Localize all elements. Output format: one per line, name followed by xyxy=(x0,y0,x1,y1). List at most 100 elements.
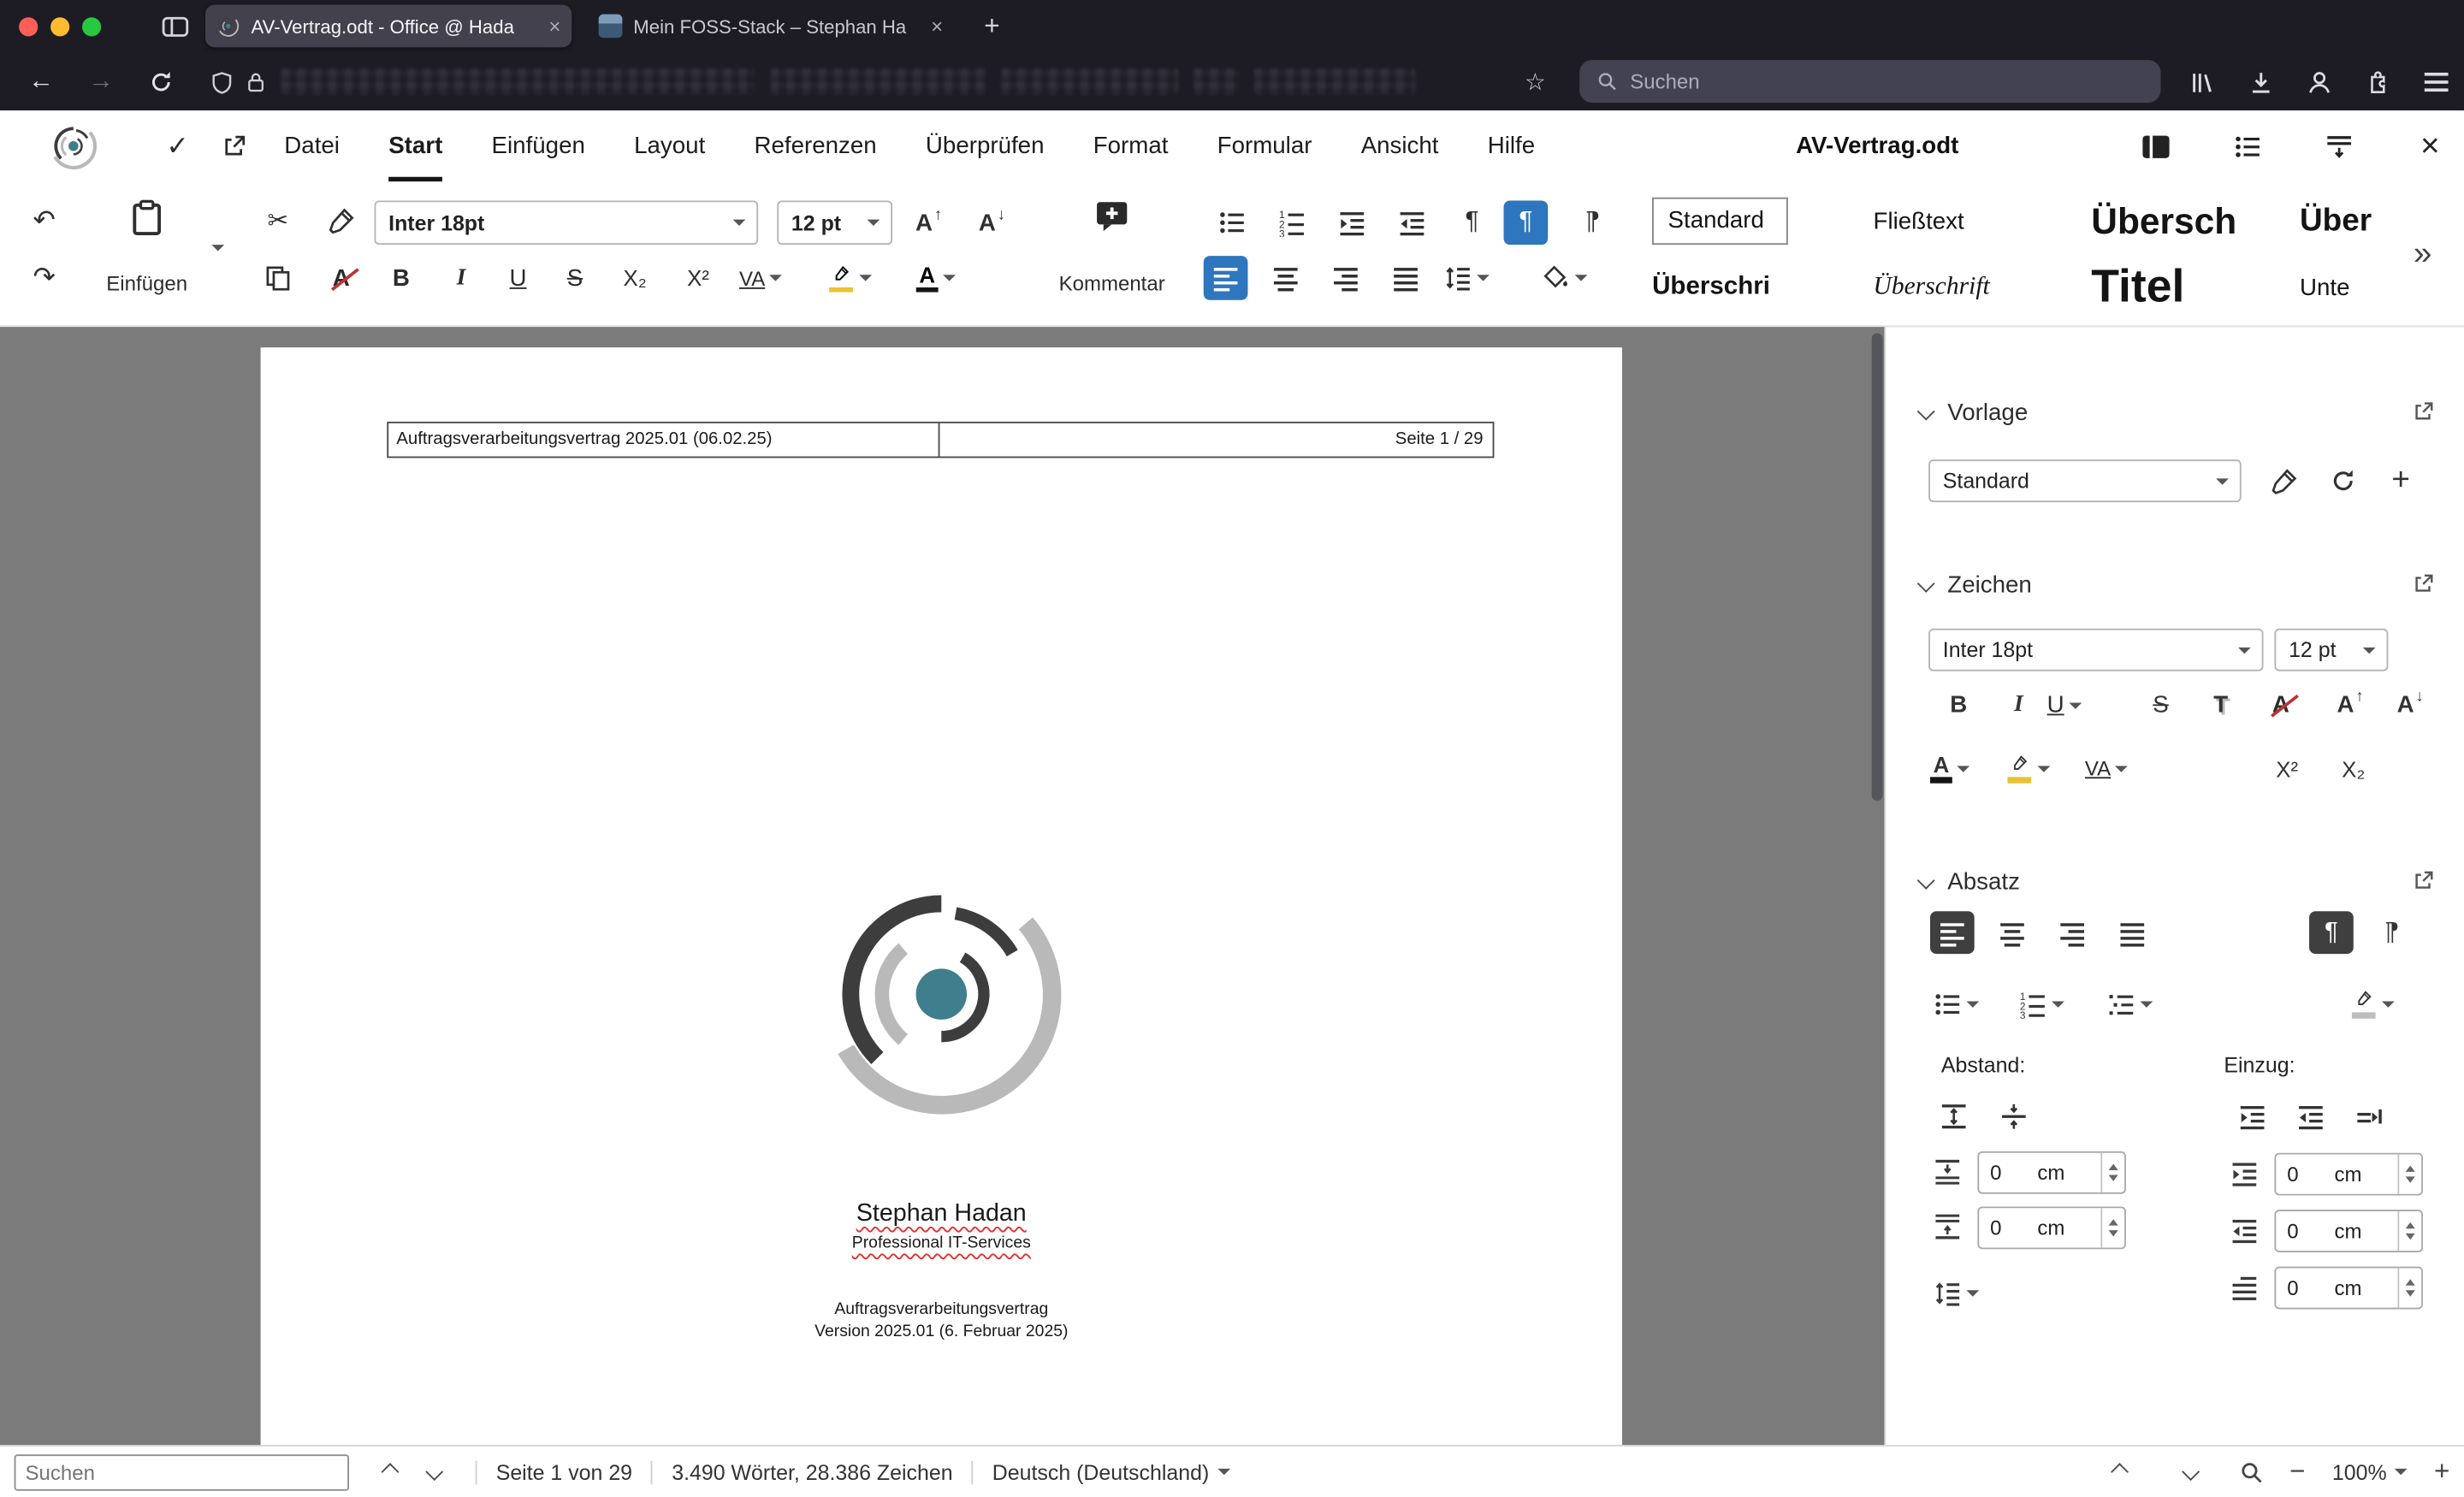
cut-button[interactable]: ✂ xyxy=(256,199,300,244)
chevron-down-icon[interactable] xyxy=(2362,646,2376,660)
italic-button[interactable]: I xyxy=(439,256,483,300)
macos-zoom-button[interactable] xyxy=(81,16,102,36)
section-header-paragraph[interactable]: Absatz xyxy=(1916,868,2020,896)
sidebar-paragraph-background-button[interactable] xyxy=(2350,982,2395,1025)
sidebar-align-left-button-active[interactable] xyxy=(1929,911,1975,955)
new-style-from-selection-button[interactable] xyxy=(2262,459,2307,502)
chevron-down-icon[interactable] xyxy=(732,219,746,233)
superscript-button[interactable]: X² xyxy=(676,256,720,300)
shrink-font-button[interactable]: A ↓ xyxy=(970,200,1015,245)
sidebar-line-spacing-button[interactable] xyxy=(1934,1271,1980,1314)
menu-datei[interactable]: Datei xyxy=(284,110,340,181)
sidebar-subscript-button[interactable]: X₂ xyxy=(2331,747,2376,790)
paste-dropdown-caret[interactable] xyxy=(211,245,225,257)
redo-button[interactable]: ↷ xyxy=(22,256,67,300)
align-center-button[interactable] xyxy=(1264,256,1308,300)
close-document-icon[interactable]: × xyxy=(2410,127,2449,166)
open-in-new-icon[interactable] xyxy=(215,127,254,166)
library-icon[interactable] xyxy=(2183,63,2220,101)
macos-minimize-button[interactable] xyxy=(50,16,70,36)
collapse-ribbon-icon[interactable] xyxy=(2319,127,2358,166)
style-ueberschrift-2[interactable]: Überschri xyxy=(1643,252,1863,322)
style-fliesstext[interactable]: Fließtext xyxy=(1863,190,2082,253)
subscript-button[interactable]: X₂ xyxy=(613,256,657,300)
paragraph-section-dialog-icon[interactable] xyxy=(2412,868,2436,892)
toolbar-overflow-button[interactable]: » xyxy=(2414,235,2432,273)
sidebar-shrink-font-button[interactable]: A ↓ xyxy=(2388,683,2432,726)
space-above-spinner[interactable]: 0 cm xyxy=(1977,1151,2126,1194)
numbered-list-button[interactable] xyxy=(1270,200,1314,245)
font-size-combobox[interactable]: 12 pt xyxy=(777,200,893,246)
underline-button[interactable]: U xyxy=(496,256,541,300)
character-spacing-button[interactable]: VA xyxy=(739,256,783,300)
sidebar-font-name-combobox[interactable]: Inter 18pt xyxy=(1928,628,2264,672)
vertical-scrollbar-thumb[interactable] xyxy=(1871,333,1883,801)
style-standard[interactable]: Standard xyxy=(1643,190,1863,253)
menu-formular[interactable]: Formular xyxy=(1217,110,1312,181)
rtl-direction-button[interactable]: ¶ xyxy=(2369,911,2414,954)
formatting-marks-toggle-active[interactable]: ¶ xyxy=(1503,200,1549,246)
sidebar-align-right-button[interactable] xyxy=(2050,911,2094,954)
reload-button[interactable] xyxy=(142,63,180,101)
page-indicator[interactable]: Seite 1 von 29 xyxy=(496,1460,632,1484)
bullet-list-button[interactable] xyxy=(1210,200,1254,245)
style-untertitel[interactable]: Unte xyxy=(2290,252,2410,322)
zoom-reset-icon[interactable] xyxy=(2239,1460,2263,1484)
sidebar-align-center-button[interactable] xyxy=(1990,911,2035,954)
spinner-stepper[interactable] xyxy=(2100,1152,2124,1192)
character-section-dialog-icon[interactable] xyxy=(2412,571,2436,595)
sidebar-bullet-list-button[interactable] xyxy=(1934,982,1980,1025)
menu-layout[interactable]: Layout xyxy=(634,110,705,181)
sidebar-clear-formatting-button[interactable]: A xyxy=(2259,683,2303,726)
indent-increase-button[interactable] xyxy=(2230,1094,2275,1137)
paragraph-style-combobox[interactable]: Standard xyxy=(1928,459,2242,503)
save-status-check-icon[interactable]: ✓ xyxy=(158,127,198,166)
sidebar-grow-font-button[interactable]: A ↑ xyxy=(2328,683,2372,726)
document-page[interactable]: Auftragsverarbeitungsvertrag 2025.01 (06… xyxy=(260,347,1622,1446)
space-below-spinner[interactable]: 0 cm xyxy=(1977,1206,2126,1250)
new-tab-button[interactable]: + xyxy=(973,7,1010,44)
spacing-increase-button[interactable] xyxy=(1932,1094,1976,1137)
menu-referenzen[interactable]: Referenzen xyxy=(755,110,877,181)
search-previous-button[interactable] xyxy=(368,1447,412,1497)
menu-ueberpruefen[interactable]: Überprüfen xyxy=(926,110,1045,181)
menu-ansicht[interactable]: Ansicht xyxy=(1361,110,1439,181)
spinner-stepper[interactable] xyxy=(2100,1208,2124,1248)
sidebar-font-size-combobox[interactable]: 12 pt xyxy=(2274,628,2389,672)
browser-tab-active[interactable]: AV-Vertrag.odt - Office @ Hada × xyxy=(204,4,572,48)
lock-icon[interactable] xyxy=(240,63,272,101)
language-selector[interactable]: Deutsch (Deutschland) xyxy=(992,1460,1230,1483)
sidebar-highlight-color-button[interactable] xyxy=(2006,747,2051,790)
indent-mirror-button[interactable] xyxy=(2347,1094,2391,1137)
justify-button[interactable] xyxy=(1383,256,1428,300)
font-name-combobox[interactable]: Inter 18pt xyxy=(374,200,759,246)
word-count[interactable]: 3.490 Wörter, 28.386 Zeichen xyxy=(672,1460,952,1484)
style-ueberschrift-preview[interactable]: Übersch xyxy=(2082,190,2290,253)
extensions-icon[interactable] xyxy=(2358,63,2396,101)
style-titel[interactable]: Titel xyxy=(2082,252,2290,322)
paragraph-mark-button[interactable]: ¶ xyxy=(1450,200,1495,245)
menu-hilfe[interactable]: Hilfe xyxy=(1488,110,1535,181)
chevron-down-icon[interactable] xyxy=(1916,573,1935,592)
decrease-indent-button[interactable] xyxy=(1390,200,1435,245)
downloads-icon[interactable] xyxy=(2242,63,2279,101)
paste-button-label[interactable]: Einfügen xyxy=(71,272,222,296)
tab-close-icon[interactable]: × xyxy=(931,15,943,38)
paragraph-background-button[interactable] xyxy=(1542,256,1588,300)
chevron-down-icon[interactable] xyxy=(2237,646,2251,660)
clone-formatting-button[interactable] xyxy=(319,199,364,244)
sidebar-font-color-button[interactable]: A xyxy=(1929,747,1970,790)
zoom-out-button[interactable]: − xyxy=(2289,1456,2305,1488)
increase-indent-button[interactable] xyxy=(1330,200,1374,245)
document-search-input[interactable] xyxy=(14,1453,349,1490)
url-bar-redacted[interactable] xyxy=(281,68,1513,95)
font-color-button[interactable]: A xyxy=(915,256,956,300)
indent-decrease-button[interactable] xyxy=(2289,1094,2333,1137)
sidebar-toggle-icon[interactable] xyxy=(2135,127,2175,166)
section-header-style[interactable]: Vorlage xyxy=(1916,399,2028,426)
text-direction-button[interactable]: ¶ xyxy=(1570,200,1614,245)
browser-tab[interactable]: Mein FOSS-Stack – Stephan Ha × xyxy=(588,5,954,48)
menu-einfuegen[interactable]: Einfügen xyxy=(492,110,585,181)
align-right-button[interactable] xyxy=(1324,256,1368,300)
sidebar-superscript-button[interactable]: X² xyxy=(2265,747,2309,790)
